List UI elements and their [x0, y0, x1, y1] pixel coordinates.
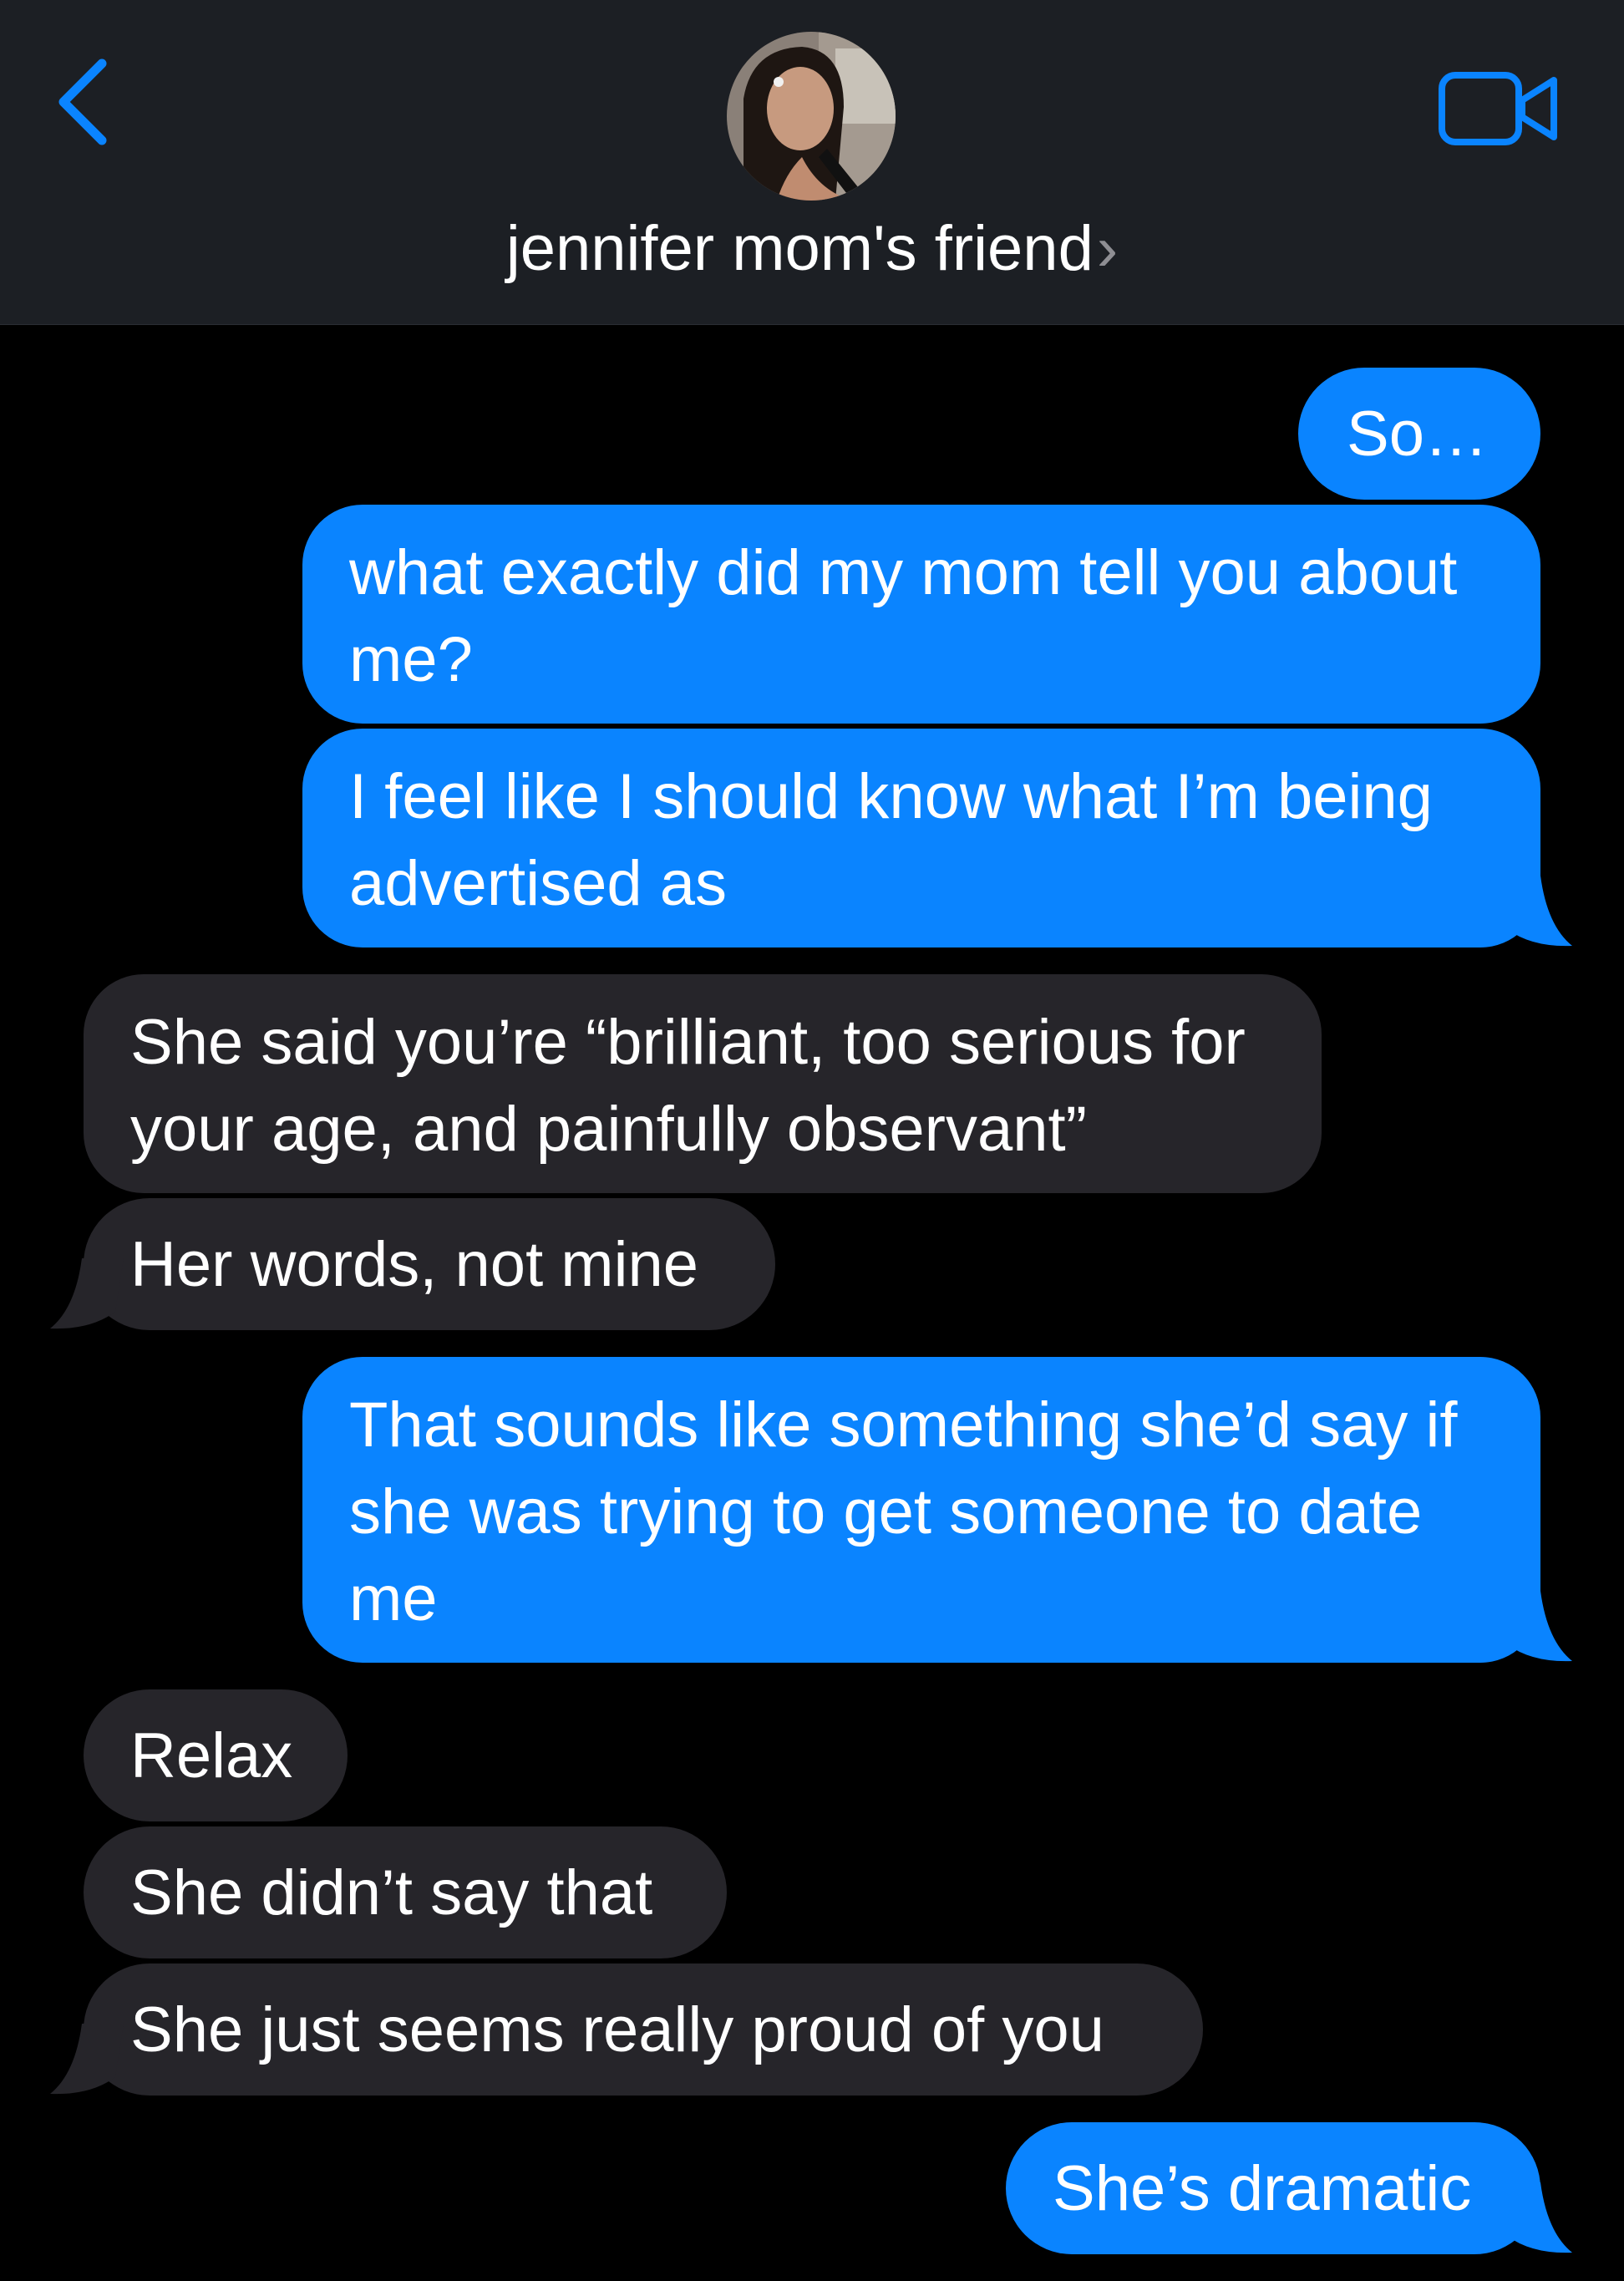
sent-message-bubble[interactable]: She’s dramatic — [1006, 2122, 1540, 2254]
message-text: what exactly did my mom tell you about m… — [349, 537, 1458, 695]
message-text: I feel like I should know what I’m being… — [349, 761, 1433, 919]
message-text: She said you’re “brilliant, too serious … — [130, 1007, 1246, 1165]
sent-message-bubble[interactable]: what exactly did my mom tell you about m… — [302, 505, 1540, 724]
video-call-button[interactable] — [1437, 67, 1562, 150]
contact-name-button[interactable]: jennifer mom's friend› — [0, 209, 1624, 289]
contact-name-label: jennifer mom's friend — [505, 213, 1094, 284]
message-text: Relax — [130, 1720, 293, 1791]
sent-bubble-tail — [1499, 876, 1572, 947]
message-text: She just seems really proud of you — [130, 1994, 1104, 2065]
sent-bubble-tail — [1499, 1591, 1572, 1662]
received-message-bubble[interactable]: She didn’t say that — [84, 1826, 727, 1958]
sent-message-bubble[interactable]: That sounds like something she’d say if … — [302, 1357, 1540, 1663]
received-message-bubble[interactable]: Her words, not mine — [84, 1198, 775, 1330]
received-message-bubble[interactable]: Relax — [84, 1689, 348, 1821]
received-message-bubble[interactable]: She just seems really proud of you — [84, 1963, 1203, 2096]
received-message-bubble[interactable]: She said you’re “brilliant, too serious … — [84, 974, 1322, 1193]
chevron-left-icon — [58, 58, 107, 145]
message-text: So… — [1347, 399, 1488, 470]
message-text: That sounds like something she’d say if … — [349, 1389, 1458, 1634]
video-camera-icon — [1439, 72, 1557, 145]
avatar-photo — [727, 32, 896, 201]
message-text: Her words, not mine — [130, 1229, 699, 1300]
received-bubble-tail — [50, 2024, 124, 2095]
sent-message-bubble[interactable]: I feel like I should know what I’m being… — [302, 729, 1540, 947]
back-button[interactable] — [50, 52, 117, 152]
chevron-right-icon: › — [1096, 213, 1119, 284]
sent-message-bubble[interactable]: So… — [1298, 368, 1540, 500]
message-text: She’s dramatic — [1053, 2153, 1472, 2224]
received-bubble-tail — [50, 1258, 124, 1329]
contact-avatar[interactable] — [727, 32, 896, 201]
sent-bubble-tail — [1499, 2182, 1572, 2253]
message-text: She didn’t say that — [130, 1857, 653, 1928]
conversation-header: jennifer mom's friend› — [0, 0, 1624, 325]
